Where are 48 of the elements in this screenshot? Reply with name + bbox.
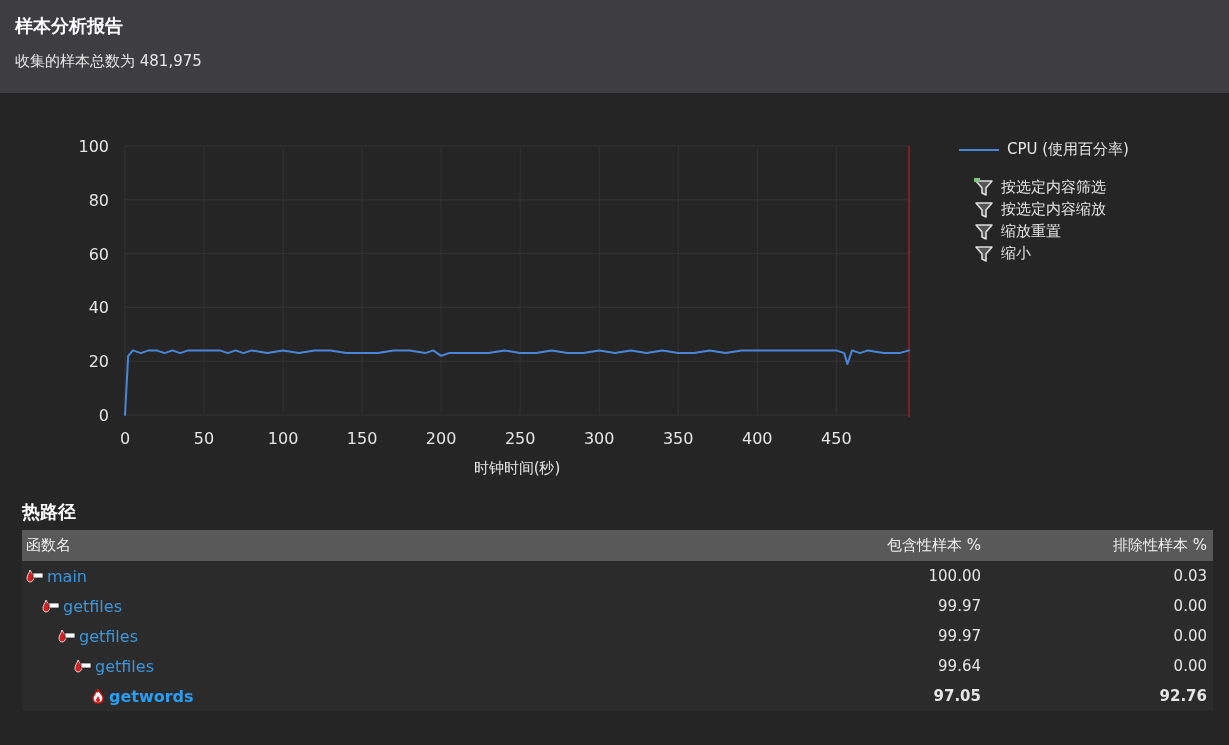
column-header: 函数名: [25, 536, 72, 555]
x-tick-label: 100: [267, 429, 299, 448]
filter-action[interactable]: 按选定内容筛选: [973, 177, 1129, 197]
x-tick-label: 0: [119, 429, 131, 448]
x-tick-label: 400: [742, 429, 773, 448]
sample-count-text: 收集的样本总数为 481,975: [15, 52, 203, 71]
column-header: 包含性样本 %: [885, 536, 982, 555]
table-cell-text: 0.00: [1172, 657, 1208, 675]
hot-path-icon: [74, 659, 92, 673]
function-link[interactable]: getfiles: [79, 626, 138, 646]
section-title: 热路径: [22, 500, 77, 524]
y-tick-label: 0: [98, 406, 109, 425]
y-tick-label: 20: [88, 352, 109, 372]
table-cell-text: 99.64: [937, 657, 982, 675]
function-link[interactable]: getfiles: [95, 656, 154, 676]
hot-path-icon: [58, 629, 76, 643]
x-tick-label: 50: [193, 429, 215, 448]
y-tick-label: 60: [88, 244, 109, 264]
x-tick-label: 300: [583, 429, 615, 448]
x-axis-label: 时钟时间(秒): [473, 459, 561, 477]
table-cell-text: 99.97: [937, 597, 982, 615]
table-cell-text: 0.00: [1172, 627, 1208, 645]
y-tick-label: 40: [88, 298, 109, 318]
table-cell-text: 0.00: [1172, 597, 1208, 615]
hot-path-icon: [42, 599, 60, 613]
column-header: 排除性样本 %: [1111, 536, 1208, 555]
table-cell-text: 97.05: [932, 687, 982, 705]
y-tick-label: 100: [78, 137, 109, 156]
table-cell-text: 92.76: [1158, 687, 1208, 705]
x-tick-label: 450: [821, 429, 852, 448]
function-link[interactable]: getfiles: [63, 596, 122, 616]
filter-action[interactable]: 缩放重置: [973, 221, 1129, 241]
x-tick-label: 350: [662, 429, 694, 448]
function-link[interactable]: main: [47, 566, 87, 586]
x-tick-label: 200: [425, 429, 457, 448]
table-cell-text: 100.00: [927, 567, 982, 585]
function-link[interactable]: getwords: [109, 686, 194, 706]
x-tick-label: 150: [346, 429, 378, 448]
flame-icon: [90, 688, 106, 704]
filter-action[interactable]: 缩小: [973, 243, 1129, 263]
y-tick-label: 80: [88, 190, 109, 210]
hot-path-icon: [26, 569, 44, 583]
legend-label: CPU (使用百分率): [1007, 140, 1129, 159]
table-cell-text: 0.03: [1172, 567, 1208, 585]
table-cell-text: 99.97: [937, 627, 982, 645]
x-tick-label: 250: [504, 429, 536, 448]
report-title: 样本分析报告: [15, 14, 124, 38]
filter-action[interactable]: 按选定内容缩放: [973, 199, 1129, 219]
